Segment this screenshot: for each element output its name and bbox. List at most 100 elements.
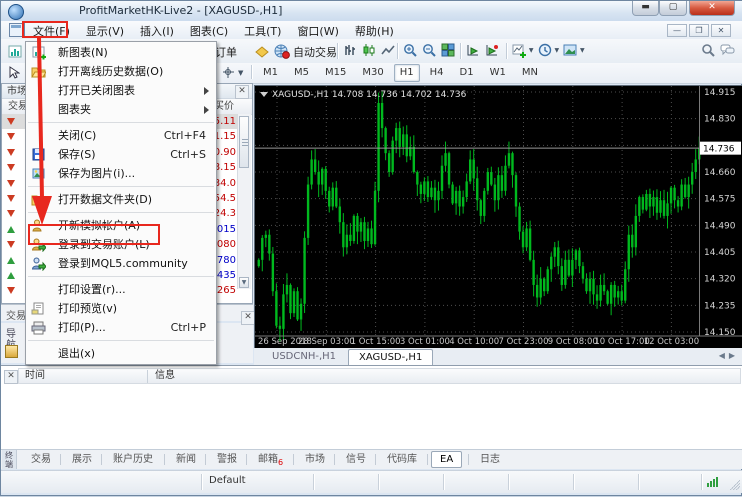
indicators-icon[interactable]: ▼ <box>510 41 536 63</box>
search-icon[interactable] <box>699 41 718 63</box>
bars-chart-icon[interactable] <box>341 41 360 63</box>
terminal-header: 时间 信息 <box>18 368 741 384</box>
file-menu-item-19[interactable]: 退出(x) <box>26 344 216 363</box>
terminal-tab-交易[interactable]: 交易 <box>23 452 59 467</box>
file-menu-item-17[interactable]: 打印(P)...Ctrl+P <box>26 318 216 337</box>
file-menu-dropdown: 新图表(N)打开离线历史数据(O)打开已关闭图表图表夹关闭(C)Ctrl+F4保… <box>25 41 217 365</box>
price-down-icon <box>7 133 15 140</box>
timeframe-m5[interactable]: M5 <box>288 64 315 82</box>
maximize-button[interactable]: ▢ <box>659 1 687 16</box>
autoscroll-icon[interactable] <box>464 41 483 63</box>
file-menu-item-1[interactable]: 打开离线历史数据(O) <box>26 62 216 81</box>
navigator-close-icon[interactable]: ✕ <box>241 311 255 325</box>
timeframe-h1[interactable]: H1 <box>394 64 420 82</box>
person-green-icon <box>31 237 46 252</box>
chart-tabs-right-icon[interactable]: ▶ <box>729 351 739 360</box>
zoom-out-icon[interactable] <box>420 41 439 63</box>
timeframe-h4[interactable]: H4 <box>424 64 450 82</box>
price-down-icon <box>7 241 15 248</box>
timeframe-w1[interactable]: W1 <box>484 64 512 82</box>
timeframe-m1[interactable]: M1 <box>257 64 284 82</box>
menu-separator <box>28 340 214 341</box>
menu-separator <box>28 212 214 213</box>
market-watch-close-icon[interactable]: ✕ <box>235 85 249 99</box>
terminal-tab-EA[interactable]: EA <box>431 451 462 468</box>
minimize-button[interactable]: ▬ <box>632 1 659 16</box>
file-menu-item-11[interactable]: 开新模拟帐户(A) <box>26 216 216 235</box>
svg-text:1 Oct 15:00: 1 Oct 15:00 <box>351 337 401 347</box>
terminal-close-icon[interactable]: ✕ <box>4 370 18 384</box>
file-menu-item-9[interactable]: 打开数据文件夹(D) <box>26 190 216 209</box>
svg-text:14.915: 14.915 <box>704 88 736 98</box>
templates-icon[interactable]: ▼ <box>561 41 587 63</box>
candlestick-chart[interactable]: 14.91514.83014.74514.66014.57514.49014.4… <box>255 86 742 348</box>
file-menu-item-12[interactable]: 登录到交易账户(L) <box>26 235 216 254</box>
file-menu-item-15[interactable]: 打印设置(r)... <box>26 280 216 299</box>
timeframe-mn[interactable]: MN <box>516 64 544 82</box>
timeframe-m15[interactable]: M15 <box>319 64 352 82</box>
menu-separator <box>28 276 214 277</box>
bid-price: 0.90 <box>214 145 236 160</box>
timeframe-m30[interactable]: M30 <box>356 64 389 82</box>
file-menu-item-0[interactable]: 新图表(N) <box>26 43 216 62</box>
candlestick-icon[interactable] <box>360 41 379 63</box>
profile-name[interactable]: Default <box>209 475 246 486</box>
chart-window[interactable]: 14.91514.83014.74514.66014.57514.49014.4… <box>254 85 742 349</box>
zoom-in-icon[interactable] <box>401 41 420 63</box>
bid-price: 24.3 <box>214 206 236 221</box>
file-menu-item-7[interactable]: 保存为图片(i)... <box>26 164 216 183</box>
save-icon <box>31 147 46 162</box>
terminal-vertical-tab[interactable]: 终端 <box>2 450 17 469</box>
svg-text:9 Oct 08:00: 9 Oct 08:00 <box>548 337 598 347</box>
terminal-tab-警报[interactable]: 警报 <box>209 452 245 467</box>
scrollbar-thumb[interactable] <box>239 116 249 168</box>
chart-tab-0[interactable]: USDCNH-,H1 <box>262 349 346 364</box>
tab-divider <box>246 454 247 465</box>
autotrading-label: 自动交易 <box>293 44 337 60</box>
timeframe-d1[interactable]: D1 <box>454 64 480 82</box>
terminal-tab-代码库[interactable]: 代码库 <box>379 452 425 467</box>
price-up-icon <box>7 272 15 279</box>
connection-status-icon <box>707 477 721 487</box>
child-restore-button[interactable]: ❐ <box>689 24 709 37</box>
svg-text:14.736: 14.736 <box>703 145 735 155</box>
mail-badge: 6 <box>278 458 283 467</box>
line-studies-dropdown[interactable]: ▼ <box>217 63 248 82</box>
file-menu-item-5[interactable]: 关闭(C)Ctrl+F4 <box>26 126 216 145</box>
periods-icon[interactable]: ▼ <box>536 41 562 63</box>
child-window-icon[interactable] <box>9 23 25 37</box>
price-down-icon <box>7 287 15 294</box>
line-chart-icon[interactable] <box>379 41 398 63</box>
file-menu-item-3[interactable]: 图表夹 <box>26 100 216 119</box>
child-minimize-button[interactable]: — <box>667 24 687 37</box>
terminal-tab-新闻[interactable]: 新闻 <box>168 452 204 467</box>
terminal-tab-日志[interactable]: 日志 <box>472 452 508 467</box>
scrollbar-down-icon[interactable]: ▼ <box>239 277 249 288</box>
file-menu-item-16[interactable]: 打印预览(v) <box>26 299 216 318</box>
svg-text:28 Sep 03:00: 28 Sep 03:00 <box>298 337 355 347</box>
chat-icon[interactable] <box>718 41 737 63</box>
file-menu-item-13[interactable]: 登录到MQL5.community <box>26 254 216 273</box>
chart-tabs-left-icon[interactable]: ◀ <box>719 351 729 360</box>
terminal-tab-展示[interactable]: 展示 <box>64 452 100 467</box>
file-menu-item-2[interactable]: 打开已关闭图表 <box>26 81 216 100</box>
child-close-button[interactable]: ✕ <box>711 24 731 37</box>
terminal-tab-市场[interactable]: 市场 <box>297 452 333 467</box>
terminal-tab-账户历史[interactable]: 账户历史 <box>105 452 161 467</box>
cursor-tool-icon[interactable] <box>3 63 25 82</box>
market-watch-scrollbar[interactable]: ▼ <box>237 114 251 289</box>
resize-grip[interactable] <box>730 480 740 490</box>
tile-windows-icon[interactable] <box>439 41 458 63</box>
submenu-arrow-icon <box>204 106 209 114</box>
tab-divider <box>334 454 335 465</box>
chart-tab-1[interactable]: XAGUSD-,H1 <box>348 349 433 366</box>
close-button[interactable]: ✕ <box>689 1 735 16</box>
file-menu-item-6[interactable]: 保存(S)Ctrl+S <box>26 145 216 164</box>
svg-text:14.660: 14.660 <box>704 168 736 178</box>
terminal-tab-信号[interactable]: 信号 <box>338 452 374 467</box>
app-logo-icon <box>8 4 24 20</box>
svg-text:3 Oct 01:00: 3 Oct 01:00 <box>400 337 450 347</box>
autotrading-button[interactable]: 自动交易 <box>269 41 342 62</box>
terminal-tab-邮箱[interactable]: 邮箱6 <box>250 452 291 467</box>
chart-shift-icon[interactable] <box>483 41 502 63</box>
